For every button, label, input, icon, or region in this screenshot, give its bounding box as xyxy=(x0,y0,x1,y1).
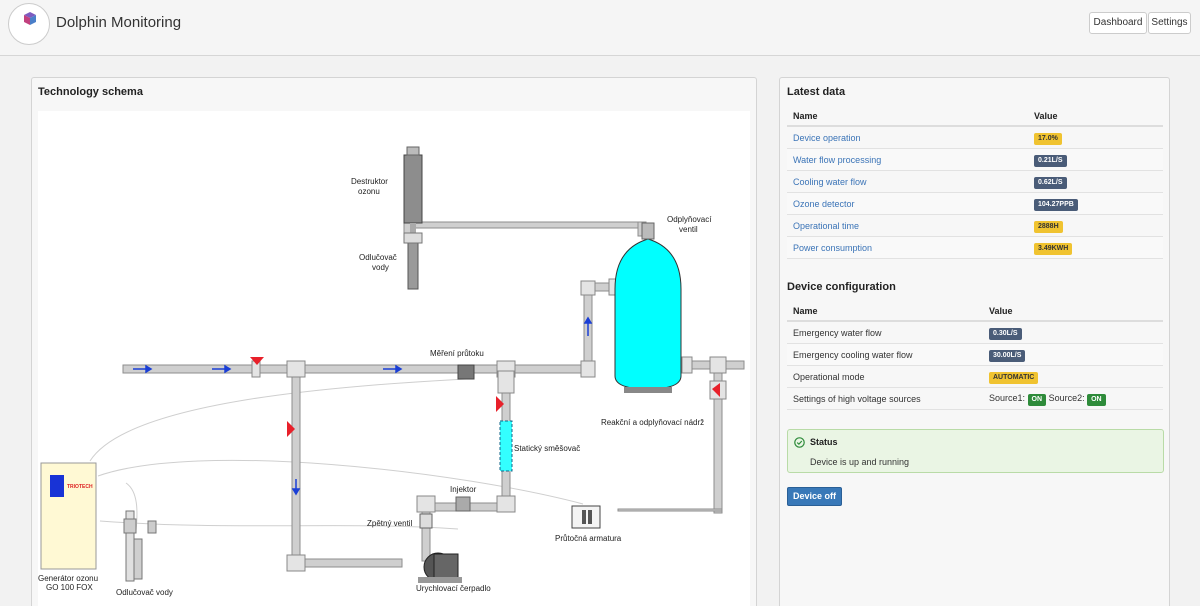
table-row: Water flow processing 0.21L/S xyxy=(787,149,1163,171)
row-name-link[interactable]: Cooling water flow xyxy=(793,177,867,187)
col-value-header: Value xyxy=(1034,111,1058,121)
label-cerpadlo: Urychlovací čerpadlo xyxy=(416,584,491,593)
label-staticky: Statický směšovač xyxy=(514,444,580,453)
status-alert: Status Device is up and running xyxy=(787,429,1164,473)
nav-settings-button[interactable]: Settings xyxy=(1148,12,1191,34)
flow-meter xyxy=(457,364,475,380)
value-badge: 2888H xyxy=(1034,221,1063,233)
row-value: 0.21L/S xyxy=(1034,154,1067,167)
row-name-link[interactable]: Power consumption xyxy=(793,243,872,253)
label-prutocna: Průtočná armatura xyxy=(555,534,622,543)
row-value: 3.49KWH xyxy=(1034,242,1073,255)
table-row: Cooling water flow 0.62L/S xyxy=(787,171,1163,193)
source1-label: Source1: xyxy=(989,393,1026,403)
label-odlucovac-top-2: vody xyxy=(372,263,389,272)
hv-sources-name: Settings of high voltage sources xyxy=(793,394,921,404)
label-generator-1: Generátor ozonu xyxy=(38,574,98,583)
table-header: Name Value xyxy=(787,105,1163,127)
label-destruktor-1: Destruktor xyxy=(351,177,388,186)
label-reakcni: Reakční a odplyňovací nádrž xyxy=(601,418,704,427)
row-value: 104.27PPB xyxy=(1034,198,1078,211)
injector xyxy=(455,496,471,512)
table-row: Operational mode AUTOMATIC xyxy=(787,366,1163,388)
status-text: Device is up and running xyxy=(810,457,910,467)
logo[interactable] xyxy=(8,3,50,45)
table-row-hv-sources: Settings of high voltage sources Source1… xyxy=(787,388,1163,410)
value-badge: 3.49KWH xyxy=(1034,243,1073,255)
value-badge: 0.62L/S xyxy=(1034,177,1067,189)
row-name: Operational mode xyxy=(793,372,865,382)
row-value: 0.62L/S xyxy=(1034,176,1067,189)
static-mixer xyxy=(499,420,513,472)
label-odlucovac-bottom: Odlučovač vody xyxy=(116,588,173,597)
row-name-link[interactable]: Ozone detector xyxy=(793,199,855,209)
source2-label: Source2: xyxy=(1048,393,1085,403)
value-badge: 0.30L/S xyxy=(989,328,1022,340)
table-row: Power consumption 3.49KWH xyxy=(787,237,1163,259)
generator-brand: TRIOTECH xyxy=(67,484,93,490)
cube-logo-icon xyxy=(24,12,36,25)
value-badge: 0.21L/S xyxy=(1034,155,1067,167)
latest-data-table: Name Value Device operation 17.0% Water fl… xyxy=(787,105,1163,259)
label-odplynovaci-1: Odplyňovací xyxy=(667,215,712,224)
reaction-tank xyxy=(614,222,682,393)
label-zpetny: Zpětný ventil xyxy=(367,519,413,528)
row-value: 2888H xyxy=(1034,220,1063,233)
value-badge: 30.00L/S xyxy=(989,350,1026,362)
table-row: Device operation 17.0% xyxy=(787,127,1163,149)
row-value: 17.0% xyxy=(1034,132,1062,145)
label-injektor: Injektor xyxy=(450,485,477,494)
row-name: Emergency cooling water flow xyxy=(793,350,913,360)
table-header: Name Value xyxy=(787,300,1163,322)
row-name-link[interactable]: Device operation xyxy=(793,133,861,143)
row-value: 30.00L/S xyxy=(989,349,1026,362)
latest-data-title: Latest data xyxy=(787,86,846,98)
table-row: Operational time 2888H xyxy=(787,215,1163,237)
col-name-header: Name xyxy=(793,111,818,121)
technology-diagram: TRIOTECH Destruktor ozonu Odlučovač vody… xyxy=(38,146,745,597)
row-name-link[interactable]: Operational time xyxy=(793,221,859,231)
label-destruktor-2: ozonu xyxy=(358,187,380,196)
hv-sources-value: Source1: ON Source2: ON xyxy=(989,393,1106,406)
device-off-button[interactable]: Device off xyxy=(787,487,842,506)
water-separator-bottom xyxy=(123,510,157,582)
check-valve xyxy=(419,513,433,529)
water-separator-top xyxy=(403,232,423,290)
status-title: Status xyxy=(810,437,838,447)
app-title[interactable]: Dolphin Monitoring xyxy=(56,14,181,31)
col-value-header: Value xyxy=(989,306,1013,316)
row-value: AUTOMATIC xyxy=(989,371,1039,384)
label-mereni-prutoku: Měření průtoku xyxy=(430,349,484,358)
row-name-link[interactable]: Water flow processing xyxy=(793,155,881,165)
ozone-destructor xyxy=(403,146,423,235)
row-name: Emergency water flow xyxy=(793,328,882,338)
value-badge: 17.0% xyxy=(1034,133,1062,145)
label-odplynovaci-2: ventil xyxy=(679,225,698,234)
device-config-title: Device configuration xyxy=(787,281,896,293)
label-generator-2: GO 100 FOX xyxy=(46,583,93,592)
table-row: Emergency water flow 0.30L/S xyxy=(787,322,1163,344)
source1-status-badge: ON xyxy=(1027,394,1047,406)
value-badge: AUTOMATIC xyxy=(989,372,1039,384)
nav-dashboard-button[interactable]: Dashboard xyxy=(1089,12,1147,34)
source2-status-badge: ON xyxy=(1087,394,1106,406)
schema-canvas: TRIOTECH Destruktor ozonu Odlučovač vody… xyxy=(38,111,750,606)
ozone-generator: TRIOTECH xyxy=(40,462,97,570)
label-odlucovac-top-1: Odlučovač xyxy=(359,253,397,262)
col-name-header: Name xyxy=(793,306,818,316)
table-row: Emergency cooling water flow 30.00L/S xyxy=(787,344,1163,366)
schema-labels: Destruktor ozonu Odlučovač vody Odplyňov… xyxy=(38,177,712,597)
table-row: Ozone detector 104.27PPB xyxy=(787,193,1163,215)
check-circle-icon xyxy=(794,437,805,448)
device-config-table: Name Value Emergency water flow 0.30L/S Em… xyxy=(787,300,1163,410)
schema-panel-title: Technology schema xyxy=(38,86,143,98)
row-value: 0.30L/S xyxy=(989,327,1022,340)
value-badge: 104.27PPB xyxy=(1034,199,1078,211)
top-navbar: Dolphin Monitoring Dashboard Settings xyxy=(0,0,1200,56)
